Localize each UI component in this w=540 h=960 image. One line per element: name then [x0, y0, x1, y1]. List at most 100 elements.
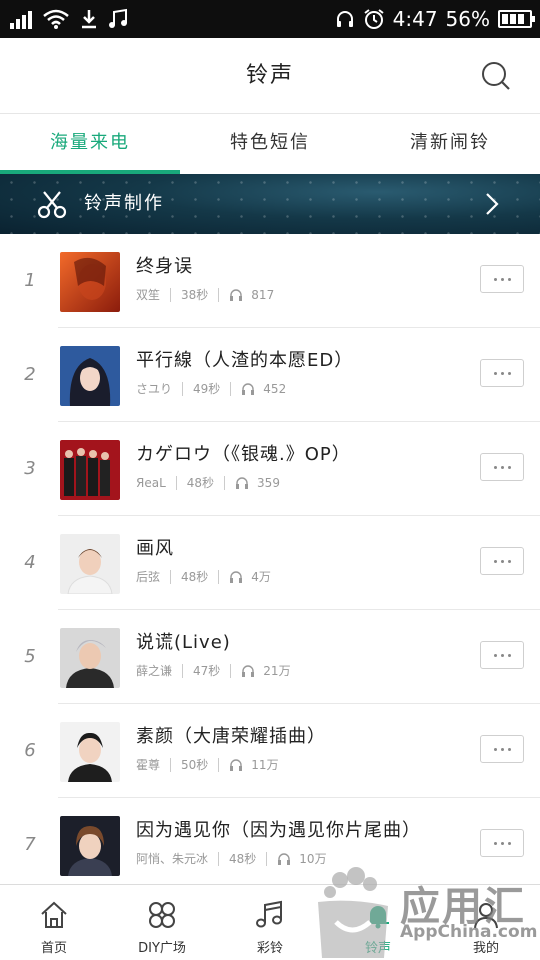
battery-icon	[498, 10, 535, 28]
status-bar: 4:47 56%	[0, 0, 540, 38]
tab-alarm[interactable]: 清新闹铃	[360, 114, 540, 174]
wifi-icon	[42, 8, 70, 30]
rank-number: 1	[24, 270, 36, 291]
more-button[interactable]	[480, 547, 524, 575]
status-time: 4:47	[392, 7, 438, 31]
artist-name: さユり	[136, 382, 173, 396]
play-count: 359	[257, 475, 280, 490]
list-item[interactable]: 5 说谎(Live) 薛之谦 47秒 21万	[0, 610, 540, 704]
banner-label: 铃声制作	[84, 193, 164, 214]
headphones-icon	[230, 570, 243, 583]
song-meta: さユり 49秒 452	[136, 380, 286, 397]
more-button[interactable]	[480, 735, 524, 763]
category-tabs: 海量来电 特色短信 清新闹铃	[0, 114, 540, 174]
appchina-logo-icon	[318, 867, 388, 958]
music-note-icon	[256, 900, 282, 928]
duration: 50秒	[181, 758, 209, 772]
more-button[interactable]	[480, 265, 524, 293]
nav-crbt-label: 彩铃	[256, 941, 283, 956]
play-count: 11万	[251, 758, 279, 772]
rank-number: 2	[24, 364, 36, 385]
song-title: 终身误	[136, 256, 193, 277]
more-button[interactable]	[480, 641, 524, 669]
list-item[interactable]: 6 素颜（大唐荣耀插曲） 霍尊 50秒 11万	[0, 704, 540, 798]
duration: 48秒	[181, 570, 209, 584]
download-icon	[80, 8, 98, 30]
artist-name: 双笙	[136, 288, 161, 302]
duration: 48秒	[229, 852, 257, 866]
song-title: 因为遇见你（因为遇见你片尾曲）	[136, 820, 421, 841]
headphones-status-icon	[335, 9, 355, 29]
duration: 49秒	[193, 382, 221, 396]
album-cover	[60, 722, 120, 782]
album-cover	[60, 252, 120, 312]
home-icon	[41, 901, 67, 928]
list-item[interactable]: 3 カゲロウ（《银魂.》OP） ЯeaL 48秒 359	[0, 422, 540, 516]
page-title: 铃声	[245, 63, 294, 88]
album-cover	[60, 534, 120, 594]
battery-percent: 56%	[445, 7, 490, 31]
play-count: 452	[263, 381, 287, 396]
song-title: 平行線（人渣的本愿ED）	[136, 350, 354, 371]
scissors-icon	[37, 191, 67, 219]
nav-home[interactable]: 首页	[0, 885, 108, 960]
more-button[interactable]	[480, 829, 524, 857]
artist-name: 后弦	[136, 570, 161, 584]
song-title: 说谎(Live)	[136, 632, 231, 653]
nav-crbt[interactable]: 彩铃	[216, 885, 324, 960]
play-count: 21万	[263, 664, 291, 678]
duration: 47秒	[193, 664, 221, 678]
list-item[interactable]: 1 终身误 双笙 38秒 817	[0, 234, 540, 328]
rank-number: 3	[24, 458, 36, 479]
artist-name: 霍尊	[136, 758, 161, 772]
headphones-icon	[230, 758, 243, 771]
song-meta: 薛之谦 47秒 21万	[136, 662, 291, 679]
artist-name: 薛之谦	[136, 664, 173, 678]
song-title: カゲロウ（《银魂.》OP）	[136, 444, 351, 465]
ringtone-maker-banner[interactable]: 铃声制作	[0, 174, 540, 234]
more-button[interactable]	[480, 359, 524, 387]
album-cover	[60, 628, 120, 688]
appchina-watermark: 应用汇 AppChina.com	[312, 862, 540, 960]
song-meta: 双笙 38秒 817	[136, 286, 274, 303]
more-button[interactable]	[480, 453, 524, 481]
chevron-right-icon	[486, 193, 499, 215]
play-count: 4万	[251, 570, 271, 584]
nav-home-label: 首页	[40, 941, 67, 956]
album-cover	[60, 440, 120, 500]
song-title: 素颜（大唐荣耀插曲）	[136, 726, 326, 747]
watermark-site: AppChina.com	[400, 922, 538, 942]
song-meta: 后弦 48秒 4万	[136, 568, 271, 585]
artist-name: 阿悄、朱元冰	[136, 852, 209, 866]
song-meta: 霍尊 50秒 11万	[136, 756, 279, 773]
alarm-icon	[363, 8, 385, 30]
search-icon	[482, 62, 510, 90]
ringtone-list: 1 终身误 双笙 38秒 817 2 平行線（人渣的本愿ED） さユり 49秒 …	[0, 234, 540, 892]
rank-number: 4	[24, 552, 36, 573]
music-icon	[108, 8, 128, 30]
duration: 48秒	[186, 476, 215, 490]
headphones-icon	[242, 664, 255, 677]
rank-number: 7	[24, 834, 36, 855]
list-item[interactable]: 4 画风 后弦 48秒 4万	[0, 516, 540, 610]
tab-sms[interactable]: 特色短信	[180, 114, 360, 174]
album-cover	[60, 816, 120, 876]
app-header: 铃声	[0, 38, 540, 114]
nav-diy[interactable]: DIY广场	[108, 885, 216, 960]
headphones-icon	[242, 382, 255, 395]
song-meta: ЯeaL 48秒 359	[136, 474, 280, 491]
rank-number: 6	[24, 740, 36, 761]
song-meta: 阿悄、朱元冰 48秒 10万	[136, 850, 327, 867]
headphones-icon	[278, 852, 291, 865]
play-count: 817	[251, 287, 275, 302]
status-left	[10, 6, 128, 32]
search-button[interactable]	[480, 60, 512, 92]
diy-icon	[149, 902, 175, 928]
artist-name: ЯeaL	[136, 475, 166, 490]
tab-incoming-call[interactable]: 海量来电	[0, 114, 180, 174]
song-title: 画风	[136, 538, 174, 559]
list-item[interactable]: 2 平行線（人渣的本愿ED） さユり 49秒 452	[0, 328, 540, 422]
duration: 38秒	[181, 288, 209, 302]
headphones-icon	[230, 288, 243, 301]
signal-icon	[10, 9, 32, 29]
